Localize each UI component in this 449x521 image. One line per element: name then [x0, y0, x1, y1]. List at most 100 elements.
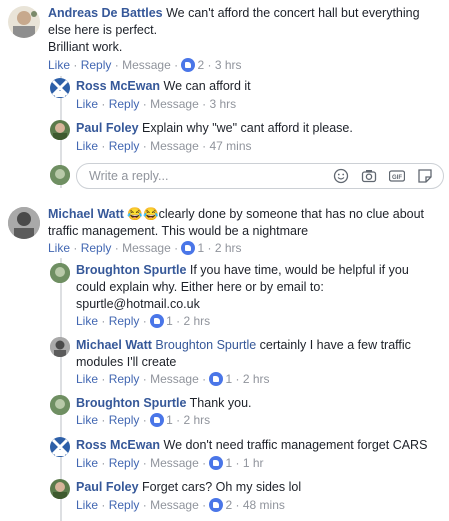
timestamp[interactable]: 2 hrs [183, 413, 210, 427]
thumbs-up-icon [209, 456, 224, 470]
author-name[interactable]: Michael Watt [48, 207, 124, 221]
reply-link[interactable]: Reply [81, 241, 112, 255]
author-name[interactable]: Michael Watt [76, 338, 152, 352]
camera-icon[interactable] [361, 168, 377, 184]
thumbs-up-icon [181, 58, 196, 72]
comment-text: Brilliant work. [48, 40, 123, 54]
comment-actions: Like · Reply · 1 · 2 hrs [76, 413, 211, 427]
comment-text: We can't afford the concert hall but eve… [166, 6, 420, 20]
comment-text: Thank you. [189, 396, 252, 410]
comment-text: certainly I have a few traffic [259, 338, 411, 352]
comment-actions: Like · Reply · Message · 47 mins [76, 139, 252, 153]
like-count[interactable]: 1 [166, 314, 173, 328]
reply-link[interactable]: Reply [109, 456, 140, 470]
message-link[interactable]: Message [150, 139, 199, 153]
like-link[interactable]: Like [76, 97, 98, 111]
timestamp[interactable]: 3 hrs [215, 58, 242, 72]
comment-body: Ross McEwan We can afford it [76, 78, 251, 95]
reply-link[interactable]: Reply [109, 498, 140, 512]
avatar[interactable] [50, 263, 70, 283]
message-link[interactable]: Message [122, 58, 171, 72]
like-link[interactable]: Like [76, 314, 98, 328]
like-count[interactable]: 1 [197, 241, 204, 255]
like-count[interactable]: 2 [197, 58, 204, 72]
smiley-icon[interactable] [333, 168, 349, 184]
comment-actions: Like · Reply · Message · 1 · 2 hrs [76, 372, 270, 386]
reply-input[interactable]: Write a reply... GIF [76, 163, 444, 189]
timestamp[interactable]: 2 hrs [183, 314, 210, 328]
avatar[interactable] [50, 437, 70, 457]
author-name[interactable]: Broughton Spurtle [76, 396, 186, 410]
like-link[interactable]: Like [76, 139, 98, 153]
reply-link[interactable]: Reply [109, 139, 140, 153]
comment-actions: Like · Reply · Message · 1 · 1 hr [76, 456, 264, 470]
author-name[interactable]: Ross McEwan [76, 79, 160, 93]
like-link[interactable]: Like [76, 413, 98, 427]
author-name[interactable]: Broughton Spurtle [76, 263, 186, 277]
sticker-icon[interactable] [417, 168, 433, 184]
comment-text: spurtle@hotmail.co.uk [76, 297, 200, 311]
timestamp[interactable]: 3 hrs [209, 97, 236, 111]
comment-body: Ross McEwan We don't need traffic manage… [76, 437, 427, 454]
thumbs-up-icon [209, 498, 224, 512]
comment-text: We can afford it [163, 79, 251, 93]
timestamp[interactable]: 2 hrs [243, 372, 270, 386]
avatar [50, 165, 70, 185]
like-count[interactable]: 1 [166, 413, 173, 427]
message-link[interactable]: Message [122, 241, 171, 255]
svg-text:GIF: GIF [392, 175, 402, 181]
reply-link[interactable]: Reply [109, 372, 140, 386]
timestamp[interactable]: 2 hrs [215, 241, 242, 255]
author-name[interactable]: Paul Foley [76, 480, 139, 494]
comment-text: else here is perfect. [48, 23, 158, 37]
timestamp[interactable]: 48 mins [243, 498, 285, 512]
thumbs-up-icon [150, 314, 165, 328]
comment-body: Paul Foley Forget cars? Oh my sides lol [76, 479, 301, 496]
like-link[interactable]: Like [76, 498, 98, 512]
gif-icon[interactable]: GIF [388, 168, 406, 184]
like-link[interactable]: Like [48, 58, 70, 72]
comment-body: Michael Watt Broughton Spurtle certainly… [76, 337, 442, 371]
like-link[interactable]: Like [48, 241, 70, 255]
like-link[interactable]: Like [76, 372, 98, 386]
message-link[interactable]: Message [150, 97, 199, 111]
avatar[interactable] [50, 120, 70, 140]
avatar[interactable] [8, 207, 40, 239]
message-link[interactable]: Message [150, 498, 199, 512]
comment-body: Andreas De Battles We can't afford the c… [48, 5, 446, 56]
comment-text: traffic management. This would be a nigh… [48, 224, 309, 238]
author-name[interactable]: Paul Foley [76, 121, 139, 135]
emoji: 😂😂 [127, 207, 159, 221]
reply-link[interactable]: Reply [109, 97, 140, 111]
comment-text: could explain why. Either here or by ema… [76, 280, 324, 294]
message-link[interactable]: Message [150, 372, 199, 386]
avatar[interactable] [50, 337, 70, 357]
like-link[interactable]: Like [76, 456, 98, 470]
thumbs-up-icon [209, 372, 224, 386]
reply-link[interactable]: Reply [81, 58, 112, 72]
timestamp[interactable]: 47 mins [209, 139, 251, 153]
reply-link[interactable]: Reply [109, 314, 140, 328]
like-count[interactable]: 1 [225, 372, 232, 386]
avatar[interactable] [50, 78, 70, 98]
comment-actions: Like · Reply · Message · 1 · 2 hrs [48, 241, 242, 255]
timestamp[interactable]: 1 hr [243, 456, 264, 470]
comment-text: If you have time, would be helpful if yo… [189, 263, 409, 277]
message-link[interactable]: Message [150, 456, 199, 470]
comment-body: Broughton Spurtle Thank you. [76, 395, 252, 412]
mention-link[interactable]: Broughton Spurtle [155, 338, 256, 352]
comment-body: Paul Foley Explain why "we" cant afford … [76, 120, 353, 137]
comment-text: Forget cars? Oh my sides lol [142, 480, 302, 494]
avatar[interactable] [50, 479, 70, 499]
comment-text: clearly done by someone that has no clue… [158, 207, 425, 221]
avatar[interactable] [8, 6, 40, 38]
avatar[interactable] [50, 395, 70, 415]
comment-body: Michael Watt 😂😂clearly done by someone t… [48, 206, 446, 240]
reply-link[interactable]: Reply [109, 413, 140, 427]
like-count[interactable]: 1 [225, 456, 232, 470]
thumbs-up-icon [181, 241, 196, 255]
like-count[interactable]: 2 [225, 498, 232, 512]
author-name[interactable]: Andreas De Battles [48, 6, 163, 20]
comment-actions: Like · Reply · Message · 2 · 48 mins [76, 498, 285, 512]
author-name[interactable]: Ross McEwan [76, 438, 160, 452]
